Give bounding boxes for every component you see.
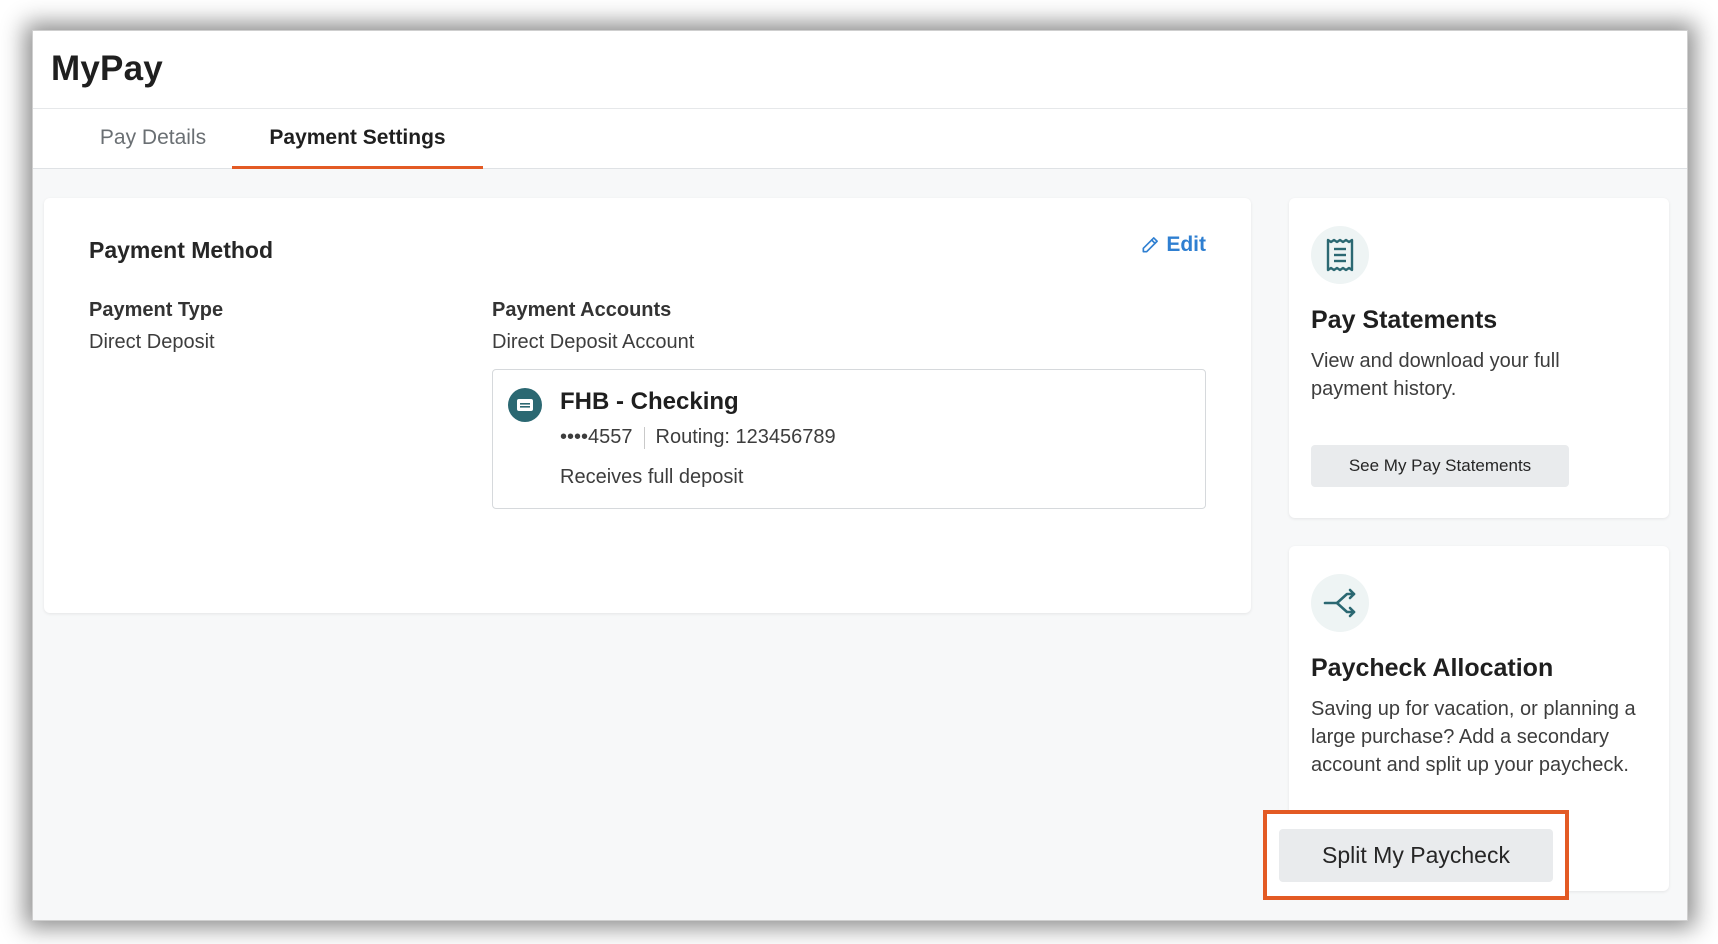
receipt-icon	[1311, 226, 1369, 284]
payment-accounts-value: Direct Deposit Account	[492, 331, 695, 353]
see-pay-statements-button[interactable]: See My Pay Statements	[1311, 445, 1569, 487]
split-my-paycheck-button[interactable]: Split My Paycheck	[1279, 829, 1553, 882]
pencil-icon	[1142, 237, 1159, 253]
paycheck-allocation-title: Paycheck Allocation	[1311, 654, 1554, 682]
pay-statements-description: View and download your full payment hist…	[1311, 350, 1560, 400]
bank-card-icon	[508, 388, 542, 422]
routing-number: Routing: 123456789	[655, 426, 836, 448]
account-name: FHB - Checking	[560, 388, 739, 415]
app-window: MyPay Pay Details Payment Settings Payme…	[33, 31, 1687, 920]
payment-method-card: Payment Method Edit Payment Type Direct …	[44, 198, 1251, 613]
edit-label: Edit	[1166, 233, 1206, 256]
payment-accounts-label: Payment Accounts	[492, 299, 672, 321]
account-details: ••••4557 Routing: 123456789	[560, 426, 836, 449]
account-tile: FHB - Checking ••••4557 Routing: 1234567…	[492, 369, 1206, 509]
payment-method-title: Payment Method	[89, 237, 274, 263]
payment-type-value: Direct Deposit	[89, 331, 215, 353]
pay-statements-title: Pay Statements	[1311, 306, 1498, 334]
payment-type-label: Payment Type	[89, 299, 224, 321]
header: MyPay	[33, 31, 1687, 109]
divider	[643, 426, 645, 449]
app-title: MyPay	[51, 49, 163, 88]
paycheck-allocation-description: Saving up for vacation, or planning a la…	[1311, 698, 1636, 776]
edit-payment-method-link[interactable]: Edit	[1140, 233, 1206, 257]
tab-bar: Pay Details Payment Settings	[33, 109, 1687, 169]
account-number: ••••4557	[560, 426, 633, 448]
highlight-box: Split My Paycheck	[1263, 810, 1569, 900]
deposit-note: Receives full deposit	[560, 466, 744, 488]
tab-payment-settings[interactable]: Payment Settings	[232, 109, 483, 169]
pay-statements-card: Pay Statements View and download your fu…	[1289, 198, 1669, 518]
tab-pay-details[interactable]: Pay Details	[73, 109, 233, 169]
split-arrows-icon	[1311, 574, 1369, 632]
